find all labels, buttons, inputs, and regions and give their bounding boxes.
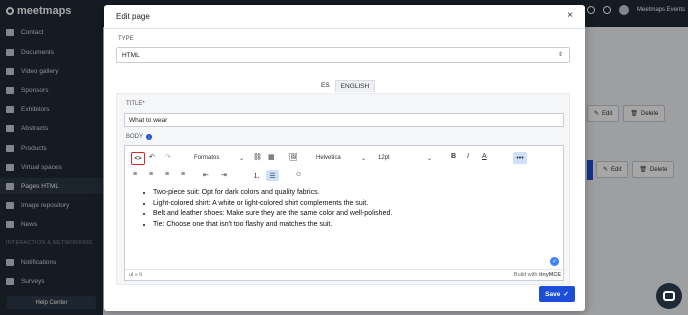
size-label: 12pt <box>378 155 390 161</box>
numbered-list-icon[interactable]: ⒈ <box>253 171 260 181</box>
list-item: Two-piece suit: Opt for dark colors and … <box>153 188 392 199</box>
source-code-button[interactable]: <> <box>131 152 145 165</box>
title-input[interactable]: What to wear <box>124 113 564 127</box>
outdent-icon[interactable]: ⇤ <box>203 171 209 179</box>
emoji-icon[interactable]: ☺ <box>295 171 302 178</box>
element-path: ul » li <box>129 272 142 278</box>
info-icon[interactable]: i <box>146 134 153 140</box>
font-size-select[interactable]: 12pt ⌄ <box>375 152 435 164</box>
save-label: Save <box>545 290 561 298</box>
code-icon: <> <box>134 155 142 162</box>
divider <box>104 28 585 29</box>
brand-text: Build with <box>513 272 538 278</box>
chat-icon <box>663 291 675 301</box>
type-select[interactable]: HTML ⇕ <box>116 47 570 63</box>
italic-button[interactable]: I <box>467 153 469 160</box>
edit-page-modal: Edit page × TYPE HTML ⇕ ES ENGLISH TITLE… <box>104 5 585 311</box>
list-item: Light-colored shirt: A white or light-co… <box>153 199 392 210</box>
modal-title: Edit page <box>116 12 150 21</box>
font-label: Helvetica <box>316 155 341 161</box>
align-right-icon[interactable]: ≡ <box>165 171 169 178</box>
body-label: BODY i <box>126 134 153 140</box>
bulleted-list-icon[interactable]: ☰ <box>266 170 279 181</box>
chevron-down-icon: ⌄ <box>360 155 366 162</box>
justify-icon[interactable]: ≡ <box>181 171 185 178</box>
editor-statusbar: ul » li Build with tinyMCE <box>125 269 565 280</box>
title-label: TITLE* <box>126 101 145 107</box>
bold-button[interactable]: B <box>451 153 456 160</box>
redo-icon[interactable]: ↷ <box>165 153 171 161</box>
text-color-button[interactable]: A <box>482 153 487 160</box>
list-item: Tie: Choose one that isn't too flashy an… <box>153 220 392 231</box>
tab-es[interactable]: ES <box>316 80 335 92</box>
close-icon[interactable]: × <box>567 10 573 21</box>
editor-content[interactable]: Two-piece suit: Opt for dark colors and … <box>145 188 392 230</box>
type-label: TYPE <box>118 36 134 42</box>
language-tabs: ES ENGLISH <box>316 80 376 92</box>
save-button[interactable]: Save ✓ <box>539 286 575 302</box>
align-center-icon[interactable]: ≡ <box>149 171 153 178</box>
check-icon: ✓ <box>550 257 559 266</box>
link-icon[interactable]: ⛓ <box>253 153 262 161</box>
indent-icon[interactable]: ⇥ <box>221 171 227 179</box>
font-family-select[interactable]: Helvetica ⌄ <box>313 152 369 164</box>
table-icon[interactable]: ▦ <box>268 153 275 161</box>
chevron-down-icon: ⌄ <box>238 155 244 162</box>
list-item: Belt and leather shoes: Make sure they a… <box>153 209 392 220</box>
rich-text-editor: <> ↶ ↷ Formatos ⌄ ⛓ ▦ 🖼 Helvetica ⌄ 12pt ⌄ … <box>124 145 565 281</box>
tinymce-branding[interactable]: Build with tinyMCE <box>514 272 561 278</box>
body-label-text: BODY <box>126 134 144 140</box>
formats-select[interactable]: Formatos ⌄ <box>191 152 247 164</box>
chat-button[interactable] <box>656 283 682 309</box>
undo-icon[interactable]: ↶ <box>149 153 155 161</box>
tab-english[interactable]: ENGLISH <box>334 80 376 92</box>
formats-label: Formatos <box>194 155 220 161</box>
more-options-icon[interactable]: ••• <box>513 152 527 164</box>
chevron-updown-icon: ⇕ <box>557 52 563 58</box>
checkmark-icon: ✓ <box>563 291 569 298</box>
align-left-icon[interactable]: ≡ <box>133 171 137 178</box>
image-icon[interactable]: 🖼 <box>289 153 298 161</box>
chevron-down-icon: ⌄ <box>426 155 432 162</box>
type-value: HTML <box>122 51 140 59</box>
brand-name: tinyMCE <box>539 272 561 278</box>
